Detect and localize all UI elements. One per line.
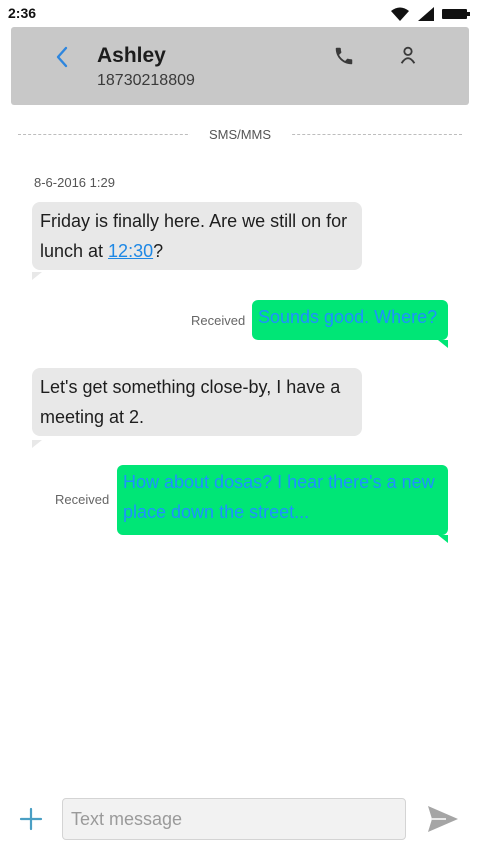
thread-divider-left [18,134,198,135]
outgoing-message[interactable]: How about dosas? I hear there's a new pl… [117,465,448,535]
message-text: ? [153,241,164,261]
message-type-label: SMS/MMS [190,127,290,142]
send-icon [428,806,458,832]
bubble-tail [32,272,42,280]
message-text: Let's get something close-by, I have a m… [40,377,341,427]
conversation-header: Ashley 18730218809 [11,27,469,105]
battery-icon [442,8,470,19]
outgoing-message[interactable]: Sounds good. Where? [252,300,448,340]
message-text: Sounds good. Where? [258,307,438,327]
add-attachment-button[interactable] [18,806,44,832]
message-text: Friday is finally here. Are we still on … [40,211,348,261]
status-bar: 2:36 [0,0,480,26]
delivery-status: Received [55,492,110,507]
chevron-left-icon [56,46,68,68]
contact-number: 18730218809 [97,72,195,89]
status-time: 2:36 [8,5,37,21]
bubble-tail [438,535,448,543]
bubble-tail [438,340,448,348]
incoming-message[interactable]: Friday is finally here. Are we still on … [32,202,362,270]
message-composer [0,790,480,850]
plus-icon [19,807,43,831]
phone-icon [335,47,353,65]
bubble-tail [32,440,42,448]
thread-divider-right [282,134,462,135]
send-button[interactable] [426,802,460,836]
back-button[interactable] [51,45,75,69]
message-date: 8-6-2016 1:29 [34,175,115,190]
incoming-message[interactable]: Let's get something close-by, I have a m… [32,368,362,436]
contact-info-button[interactable] [397,44,419,66]
status-icons [387,5,470,21]
message-text: How about dosas? I hear there's a new pl… [123,472,435,522]
time-link[interactable]: 12:30 [108,241,153,261]
wifi-icon [391,7,410,21]
message-input[interactable] [62,798,406,840]
delivery-status: Received [191,313,246,328]
signal-icon [417,6,434,21]
person-icon [400,46,416,64]
contact-name: Ashley [97,44,166,67]
call-button[interactable] [333,45,355,67]
